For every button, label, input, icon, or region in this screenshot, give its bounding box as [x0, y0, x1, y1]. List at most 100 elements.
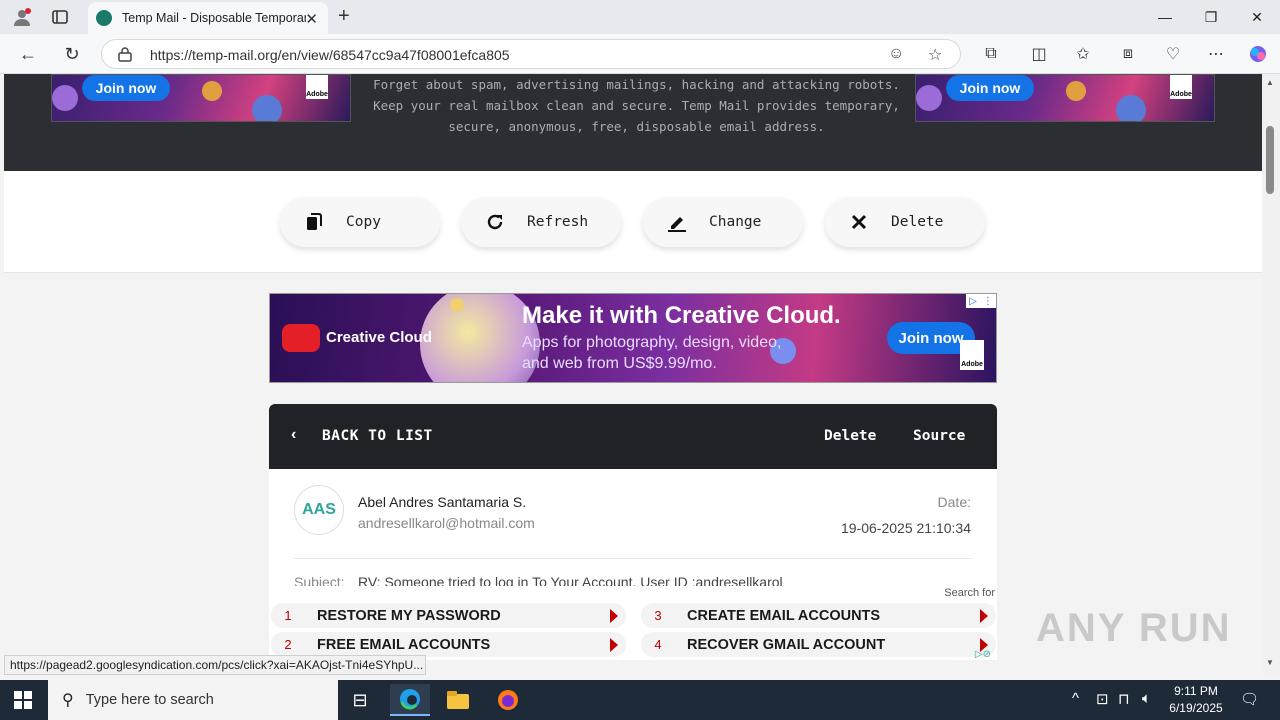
favorite-star-icon[interactable]: ☆	[928, 45, 942, 65]
left-ad-adobe-logo: Adobe	[306, 75, 328, 99]
more-menu-icon[interactable]: ⋯	[1203, 42, 1229, 66]
search-ad-number: 1	[284, 608, 292, 623]
scroll-thumb[interactable]	[1266, 126, 1274, 194]
chevron-left-icon[interactable]: ‹	[291, 426, 296, 444]
message-source-link[interactable]: Source	[913, 428, 965, 444]
sender-email: andresellkarol@hotmail.com	[358, 515, 535, 531]
close-icon	[849, 212, 869, 232]
search-ad-label: FREE EMAIL ACCOUNTS	[317, 636, 491, 653]
back-icon[interactable]: ←	[15, 42, 41, 66]
scroll-down-icon[interactable]: ▼	[1266, 658, 1274, 667]
right-ad-join-button[interactable]: Join now	[946, 75, 1034, 101]
creative-cloud-ad[interactable]: Creative Cloud Make it with Creative Clo…	[269, 293, 997, 383]
copy-button[interactable]: Copy	[280, 197, 440, 247]
search-ad-number: 2	[284, 637, 292, 652]
favorites-icon[interactable]: ✩	[1070, 42, 1096, 66]
hero-description: Forget about spam, advertising mailings,…	[373, 77, 900, 134]
date-label: Date:	[937, 494, 971, 510]
search-ad-number: 4	[654, 637, 662, 652]
creative-cloud-logo-icon	[282, 324, 320, 352]
back-to-list-link[interactable]: BACK TO LIST	[322, 428, 433, 444]
reload-icon[interactable]: ↻	[59, 42, 85, 66]
tab-actions-icon[interactable]	[48, 6, 72, 28]
minimize-icon[interactable]: —	[1150, 6, 1180, 28]
taskbar-search[interactable]: ⚲ Type here to search	[48, 680, 338, 720]
sender-name: Abel Andres Santamaria S.	[358, 494, 527, 510]
change-label: Change	[709, 214, 762, 230]
temp-mail-favicon	[96, 10, 112, 26]
notification-icon[interactable]: 🗨︎	[1240, 690, 1259, 708]
windows-start-icon[interactable]	[14, 691, 32, 709]
search-ad-label: RESTORE MY PASSWORD	[317, 607, 501, 624]
status-bar-url: https://pagead2.googlesyndication.com/pc…	[4, 655, 426, 675]
edit-icon	[667, 212, 687, 232]
left-hero-ad[interactable]: Join now Adobe	[51, 74, 351, 122]
search-ad-item[interactable]: 2 FREE EMAIL ACCOUNTS	[271, 632, 626, 657]
ad-choices-icon[interactable]: ▷ ⋮	[966, 294, 996, 308]
clock-date: 6/19/2025	[1169, 701, 1223, 715]
scroll-up-icon[interactable]: ▲	[1266, 78, 1274, 87]
divider	[294, 558, 972, 559]
ad-headline: Make it with Creative Cloud.	[522, 302, 841, 329]
action-bar: Copy Refresh Change Delete	[4, 171, 1262, 273]
firefox-icon[interactable]	[488, 684, 528, 716]
delete-label: Delete	[891, 214, 944, 230]
tab-temp-mail[interactable]: Temp Mail - Disposable Temporar ✕	[88, 2, 328, 34]
reading-mode-icon[interactable]: ☺	[888, 45, 904, 63]
refresh-button[interactable]: Refresh	[461, 197, 621, 247]
search-ad-item[interactable]: 4 RECOVER GMAIL ACCOUNT	[641, 632, 996, 657]
split-screen-icon[interactable]: ◫	[1026, 42, 1052, 66]
search-ad-label: RECOVER GMAIL ACCOUNT	[687, 636, 886, 653]
chevron-up-icon[interactable]: ^	[1072, 690, 1079, 707]
copy-icon	[304, 212, 324, 232]
tab-close-icon[interactable]: ✕	[305, 10, 318, 28]
right-ad-adobe-logo: Adobe	[1170, 75, 1192, 99]
message-delete-link[interactable]: Delete	[824, 428, 876, 444]
refresh-icon	[485, 212, 505, 232]
sender-avatar: AAS	[294, 485, 344, 535]
url-field[interactable]: https://temp-mail.org/en/view/68547cc9a4…	[101, 39, 961, 69]
change-button[interactable]: Change	[643, 197, 803, 247]
right-hero-ad[interactable]: Join now Adobe	[915, 74, 1215, 122]
delete-email-button[interactable]: Delete	[825, 197, 985, 247]
task-view-icon[interactable]: ⊟	[340, 684, 380, 716]
search-ads-block: Search for 1 RESTORE MY PASSWORD 3 CREAT…	[269, 586, 997, 660]
search-ad-label: CREATE EMAIL ACCOUNTS	[687, 607, 881, 624]
ad-choices-small-icon[interactable]: ▷⊘	[975, 649, 991, 660]
performance-icon[interactable]: ♡	[1160, 42, 1186, 66]
profile-icon[interactable]	[10, 6, 34, 28]
restore-icon[interactable]: ❐	[1196, 6, 1226, 28]
search-icon: ⚲	[62, 692, 74, 709]
copilot-icon[interactable]	[1245, 42, 1271, 66]
search-ad-item[interactable]: 3 CREATE EMAIL ACCOUNTS	[641, 603, 996, 628]
url-text: https://temp-mail.org/en/view/68547cc9a4…	[150, 47, 510, 63]
tab-title: Temp Mail - Disposable Temporar	[122, 11, 306, 25]
play-arrow-icon	[610, 608, 618, 623]
anyrun-watermark: ANY RUN	[1036, 606, 1232, 650]
left-ad-join-button[interactable]: Join now	[82, 75, 170, 101]
date-value: 19-06-2025 21:10:34	[841, 520, 971, 536]
new-tab-icon[interactable]: +	[338, 5, 350, 28]
play-arrow-icon	[610, 637, 618, 652]
address-bar-row: ← ↻ https://temp-mail.org/en/view/68547c…	[0, 34, 1280, 74]
device-icon[interactable]: ⊡	[1096, 690, 1109, 708]
volume-icon[interactable]: 🔈︎	[1142, 690, 1151, 707]
page-viewport: Join now Adobe Forget about spam, advert…	[0, 74, 1262, 660]
extensions-icon[interactable]: ⧉	[978, 42, 1004, 66]
taskbar-search-placeholder: Type here to search	[85, 692, 214, 708]
page-scrollbar[interactable]: ▲ ▼	[1262, 74, 1280, 675]
collections-icon[interactable]: ⧈	[1115, 42, 1141, 66]
search-for-label: Search for	[944, 587, 995, 599]
play-arrow-icon	[980, 608, 988, 623]
taskbar-clock[interactable]: 9:11 PM 6/19/2025	[1166, 683, 1226, 717]
close-window-icon[interactable]: ✕	[1242, 6, 1272, 28]
edge-app-icon[interactable]	[390, 684, 430, 716]
tab-bar: Temp Mail - Disposable Temporar ✕ + — ❐ …	[0, 0, 1280, 34]
lock-icon	[118, 47, 132, 62]
file-explorer-icon[interactable]	[438, 684, 478, 716]
copy-label: Copy	[346, 214, 381, 230]
refresh-label: Refresh	[527, 214, 589, 230]
network-icon[interactable]: ⊓	[1118, 690, 1130, 708]
ad-brand: Creative Cloud	[326, 329, 432, 346]
search-ad-item[interactable]: 1 RESTORE MY PASSWORD	[271, 603, 626, 628]
